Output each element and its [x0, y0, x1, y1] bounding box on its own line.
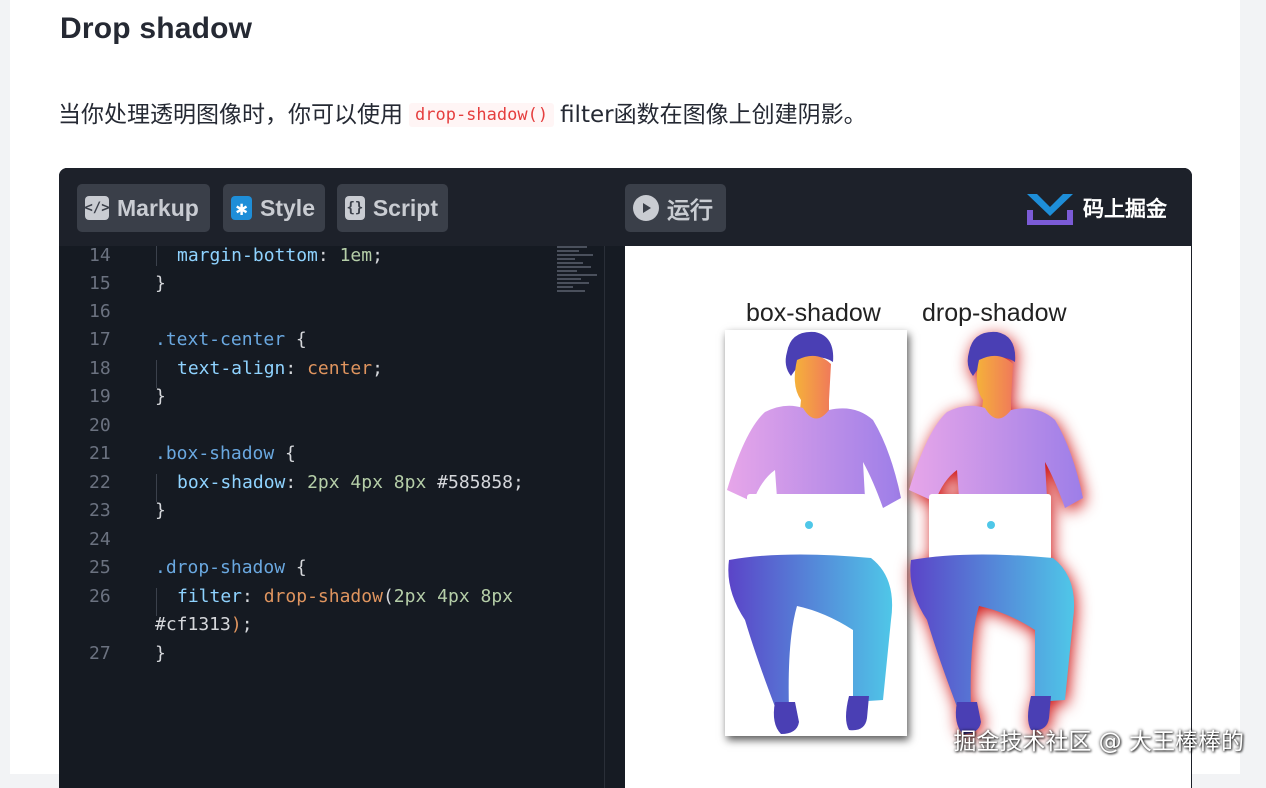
line-number: 18: [89, 358, 111, 379]
script-tab-label: Script: [372, 194, 438, 221]
box-shadow-caption: box-shadow: [746, 299, 881, 327]
line-number: 19: [89, 386, 111, 407]
line-number: 24: [89, 529, 111, 550]
paragraph-text-before: 当你处理透明图像时，你可以使用: [58, 102, 403, 128]
run-button[interactable]: 运行: [625, 184, 726, 232]
code-tag-icon: </>: [84, 196, 110, 220]
asterisk-icon: ✱: [231, 196, 253, 220]
line-number: 26: [89, 586, 111, 607]
line-number: 15: [89, 273, 111, 294]
editor-scrollbar-track[interactable]: [604, 246, 625, 788]
drop-shadow-caption: drop-shadow: [922, 299, 1067, 327]
juejin-code-logo[interactable]: 码上掘金: [1025, 188, 1167, 228]
section-heading: Drop shadow: [60, 12, 253, 45]
paragraph-text-after: filter函数在图像上创建阴影。: [560, 102, 867, 128]
line-number: 23: [89, 500, 111, 521]
person-laptop-illustration: [727, 331, 901, 734]
markup-tab-label: Markup: [117, 194, 199, 221]
line-number: 27: [89, 643, 111, 664]
line-number: 14: [89, 245, 111, 266]
run-button-label: 运行: [667, 197, 713, 223]
embed-toolbar: </> Markup ✱ Style {} Script 运行 码上掘金: [59, 168, 1192, 246]
line-number: 17: [89, 329, 111, 350]
line-number: 21: [89, 443, 111, 464]
play-icon: [633, 195, 659, 221]
code-embed: </> Markup ✱ Style {} Script 运行 码上掘金 14 …: [59, 168, 1192, 788]
person-laptop-illustration: [909, 331, 1083, 734]
line-number: 25: [89, 557, 111, 578]
script-tab[interactable]: {} Script: [337, 184, 448, 232]
braces-icon: {}: [345, 196, 365, 220]
line-number: 16: [89, 301, 111, 322]
drop-shadow-image: [905, 330, 1095, 736]
article-paragraph: 当你处理透明图像时，你可以使用 drop-shadow() filter函数在图像上…: [58, 98, 867, 134]
markup-tab[interactable]: </> Markup: [77, 184, 210, 232]
line-number: 22: [89, 472, 111, 493]
preview-pane: box-shadow drop-shadow: [625, 246, 1191, 788]
line-number: 20: [89, 415, 111, 436]
juejin-logo-icon: [1027, 194, 1073, 225]
style-tab-label: Style: [260, 194, 315, 221]
editor-minimap[interactable]: [557, 246, 603, 306]
logo-text: 码上掘金: [1083, 197, 1167, 221]
style-tab[interactable]: ✱ Style: [223, 184, 325, 232]
inline-code: drop-shadow(): [409, 103, 555, 127]
box-shadow-image: [725, 330, 907, 736]
watermark-text: 掘金技术社区 @ 大王棒棒的: [953, 729, 1244, 755]
code-editor[interactable]: 14 margin-bottom: 1em; 15 } 16 17 .text-…: [59, 245, 604, 788]
